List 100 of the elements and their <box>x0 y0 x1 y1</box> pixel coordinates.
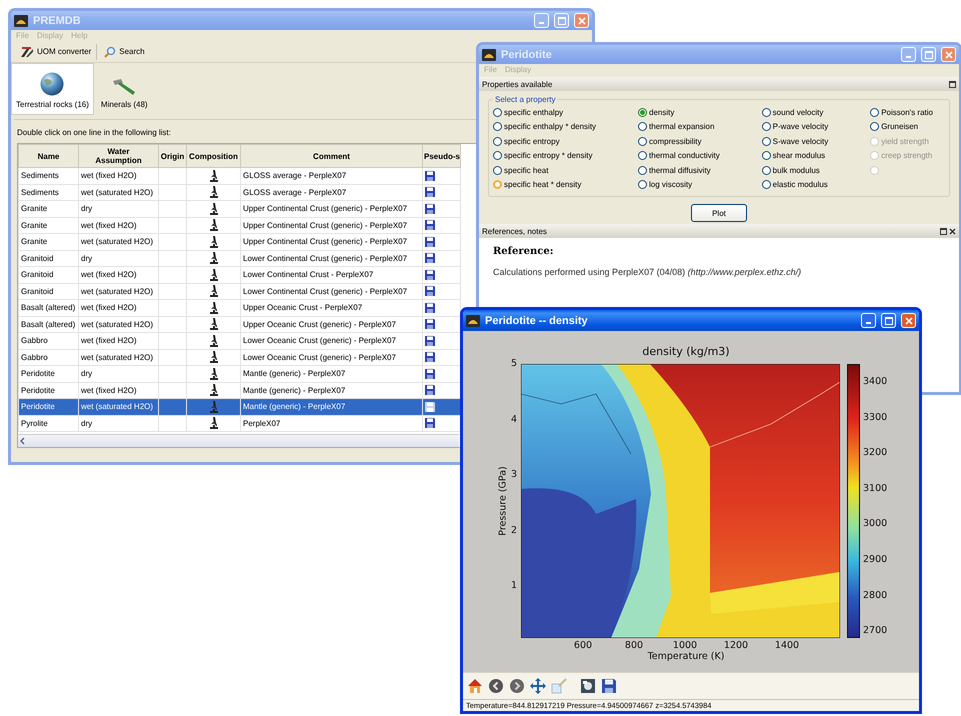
table-row[interactable]: Peridotite dry Mantle (generic) - PerpleX07 <box>18 366 460 382</box>
save-icon <box>425 220 435 230</box>
colorbar-tick-label: 2700 <box>863 625 888 636</box>
close-button[interactable] <box>901 313 916 328</box>
table-row[interactable]: Basalt (altered) wet (fixed H2O) Upper Oceanic Crust - PerpleX07 <box>18 300 460 316</box>
search-icon <box>104 46 116 58</box>
table-row[interactable]: Granite wet (fixed H2O) Upper Continental Crust (generic) - PerpleX07 <box>18 217 460 234</box>
radio-button[interactable]: specific heat * density <box>493 178 596 192</box>
microscope-icon <box>208 417 218 430</box>
table-cell: GLOSS average - PerpleX07 <box>240 168 422 184</box>
table-row[interactable]: Sediments wet (saturated H2O) GLOSS average - PerpleX07 <box>18 184 460 200</box>
undock-icon[interactable] <box>940 228 947 234</box>
plot-button[interactable]: Plot <box>691 204 747 222</box>
save-icon <box>425 286 435 296</box>
table-cell: Mantle (generic) - PerpleX07 <box>240 398 422 415</box>
radio-button[interactable]: bulk modulus <box>762 163 828 178</box>
table-cell: wet (fixed H2O) <box>78 168 158 184</box>
table-row[interactable]: Granite dry Upper Continental Crust (generic) - PerpleX07 <box>18 200 460 217</box>
table-row[interactable]: Granitoid wet (fixed H2O) Lower Continental Crust - PerpleX07 <box>18 266 460 283</box>
microscope-icon <box>208 268 218 281</box>
radio-button[interactable]: elastic modulus <box>762 178 828 192</box>
radio-button[interactable]: log viscosity <box>638 178 720 192</box>
x-tick-label: 1200 <box>724 640 748 651</box>
save-icon <box>425 352 435 362</box>
panel-title: References, notes <box>482 226 547 236</box>
instruction-text: Double click on one line in the following list: <box>16 127 172 139</box>
column-header[interactable]: Pseudo-s <box>422 144 460 168</box>
column-header[interactable]: Water Assumption <box>78 144 158 168</box>
radio-button[interactable]: thermal diffusivity <box>638 163 720 178</box>
close-icon <box>578 16 586 24</box>
radio-button[interactable]: specific enthalpy <box>493 105 596 120</box>
radio-button[interactable]: Gruneisen <box>870 120 933 134</box>
microscope-icon <box>208 302 218 314</box>
maximize-button[interactable] <box>881 313 896 328</box>
table-cell: Upper Continental Crust (generic) - PerpleX07 <box>240 200 422 217</box>
microscope-icon <box>208 334 218 347</box>
horizontal-scrollbar[interactable] <box>18 434 459 447</box>
radio-button[interactable]: compressibility <box>638 134 720 148</box>
radio-button[interactable]: shear modulus <box>762 148 828 163</box>
radio-button[interactable]: specific entropy * density <box>493 148 596 163</box>
radio-button[interactable]: thermal conductivity <box>638 148 720 163</box>
y-axis-label: Pressure (GPa) <box>498 466 508 536</box>
y-tick-label: 1 <box>510 580 517 591</box>
configure-icon[interactable] <box>580 678 596 694</box>
column-header[interactable]: Name <box>18 144 78 168</box>
group-label: Select a property <box>494 95 556 104</box>
microscope-icon <box>208 219 218 232</box>
radio-button[interactable]: Poisson's ratio <box>870 105 933 120</box>
close-button[interactable] <box>941 47 956 62</box>
column-header[interactable]: Composition <box>186 144 240 168</box>
close-button[interactable] <box>574 13 589 28</box>
back-icon[interactable] <box>488 678 504 694</box>
save-icon <box>425 385 435 396</box>
table-cell: Basalt (altered) <box>18 316 78 332</box>
table-row[interactable]: Granite wet (saturated H2O) Upper Continental Crust (generic) - PerpleX07 <box>18 234 460 250</box>
radio-button[interactable]: density <box>638 105 720 120</box>
table-row[interactable]: Granitoid wet (saturated H2O) Lower Continental Crust (generic) - PerpleX07 <box>18 283 460 300</box>
plot-title: density (kg/m3) <box>642 345 730 358</box>
column-header[interactable]: Comment <box>240 144 422 168</box>
table-cell: Upper Continental Crust (generic) - PerpleX07 <box>240 217 422 234</box>
save-icon[interactable] <box>601 678 617 694</box>
table-row[interactable]: Granitoid dry Lower Continental Crust (generic) - PerpleX07 <box>18 250 460 266</box>
reference-text: Calculations performed using PerpleX07 (04/08) (http://www.perplex.ethz.ch/) <box>493 267 802 277</box>
radio-button[interactable]: specific enthalpy * density <box>493 120 596 134</box>
table-cell: Peridotite <box>18 366 78 382</box>
table-row[interactable]: Sediments wet (fixed H2O) GLOSS average - PerpleX07 <box>18 168 460 184</box>
table-cell: Sediments <box>18 168 78 184</box>
radio-button[interactable]: thermal expansion <box>638 120 720 134</box>
toolbar-button[interactable]: UOM converter <box>15 44 98 60</box>
microscope-icon <box>208 384 218 396</box>
table-cell: Gabbro <box>18 349 78 366</box>
save-icon <box>425 204 435 214</box>
column-header[interactable]: Origin <box>158 144 186 168</box>
close-icon[interactable] <box>949 228 956 234</box>
toolbar-button[interactable]: Search <box>99 44 150 60</box>
forward-icon[interactable] <box>509 678 525 694</box>
table-cell: wet (saturated H2O) <box>78 283 158 300</box>
table-cell: wet (fixed H2O) <box>78 217 158 234</box>
minimize-button[interactable] <box>861 313 876 328</box>
tab[interactable]: Terrestrial rocks (16) <box>11 63 94 115</box>
x-axis-label: Temperature (K) <box>648 651 724 662</box>
table-row[interactable]: Gabbro wet (fixed H2O) Lower Oceanic Crust (generic) - PerpleX07 <box>18 332 460 349</box>
table-row[interactable]: Pyrolite dry PerpleX07 <box>18 415 460 432</box>
home-icon[interactable] <box>467 678 483 694</box>
radio-button[interactable]: specific entropy <box>493 134 596 148</box>
tab[interactable]: Minerals (48) <box>96 63 153 115</box>
radio-button[interactable]: sound velocity <box>762 105 828 120</box>
radio-button[interactable]: specific heat <box>493 163 596 178</box>
radio-button[interactable]: S-wave velocity <box>762 134 828 148</box>
table-cell: dry <box>78 366 158 382</box>
save-icon <box>425 319 435 330</box>
pan-icon[interactable] <box>530 678 546 694</box>
undock-icon[interactable] <box>949 80 956 88</box>
table-cell: Granitoid <box>18 266 78 283</box>
radio-button[interactable]: P-wave velocity <box>762 120 828 134</box>
table-row[interactable]: Basalt (altered) wet (saturated H2O) Upper Oceanic Crust (generic) - PerpleX07 <box>18 316 460 332</box>
table-row[interactable]: Peridotite wet (saturated H2O) Mantle (generic) - PerpleX07 <box>18 398 460 415</box>
table-row[interactable]: Gabbro wet (saturated H2O) Lower Oceanic Crust (generic) - PerpleX07 <box>18 349 460 366</box>
table-cell: wet (fixed H2O) <box>78 266 158 283</box>
save-icon <box>425 236 435 247</box>
